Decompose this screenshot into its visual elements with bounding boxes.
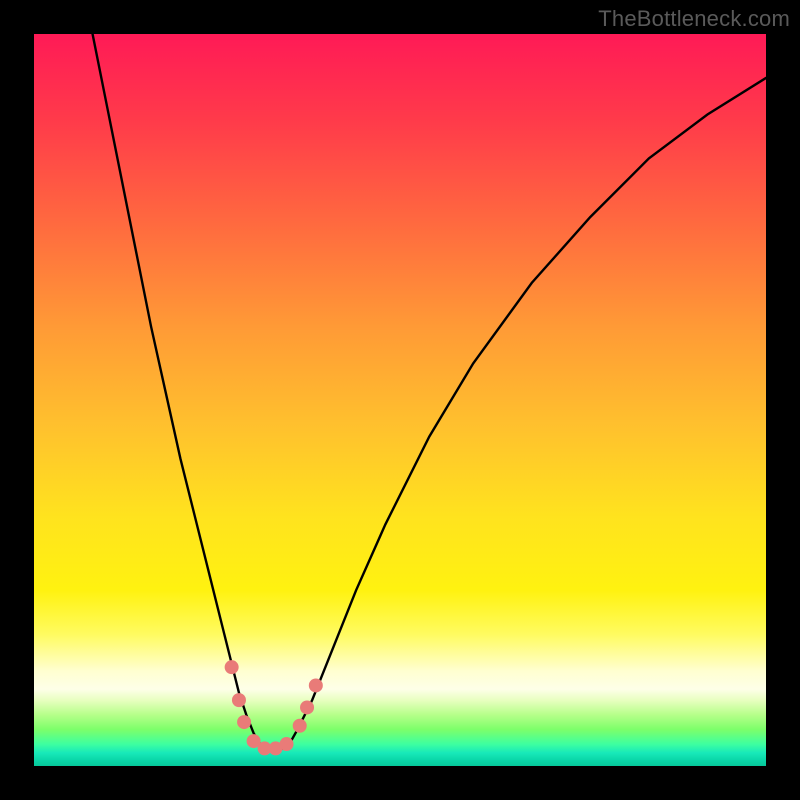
watermark-text: TheBottleneck.com [598, 6, 790, 32]
bottleneck-curve [93, 34, 766, 751]
chart-svg [34, 34, 766, 766]
marker-right-mid [300, 700, 314, 714]
marker-left-lower [237, 715, 251, 729]
marker-right-upper [309, 678, 323, 692]
marker-left-mid [232, 693, 246, 707]
plot-area [34, 34, 766, 766]
chart-frame: TheBottleneck.com [0, 0, 800, 800]
marker-right-lower [293, 719, 307, 733]
marker-left-upper [225, 660, 239, 674]
curve-markers [225, 660, 323, 755]
marker-trough-4 [280, 737, 294, 751]
